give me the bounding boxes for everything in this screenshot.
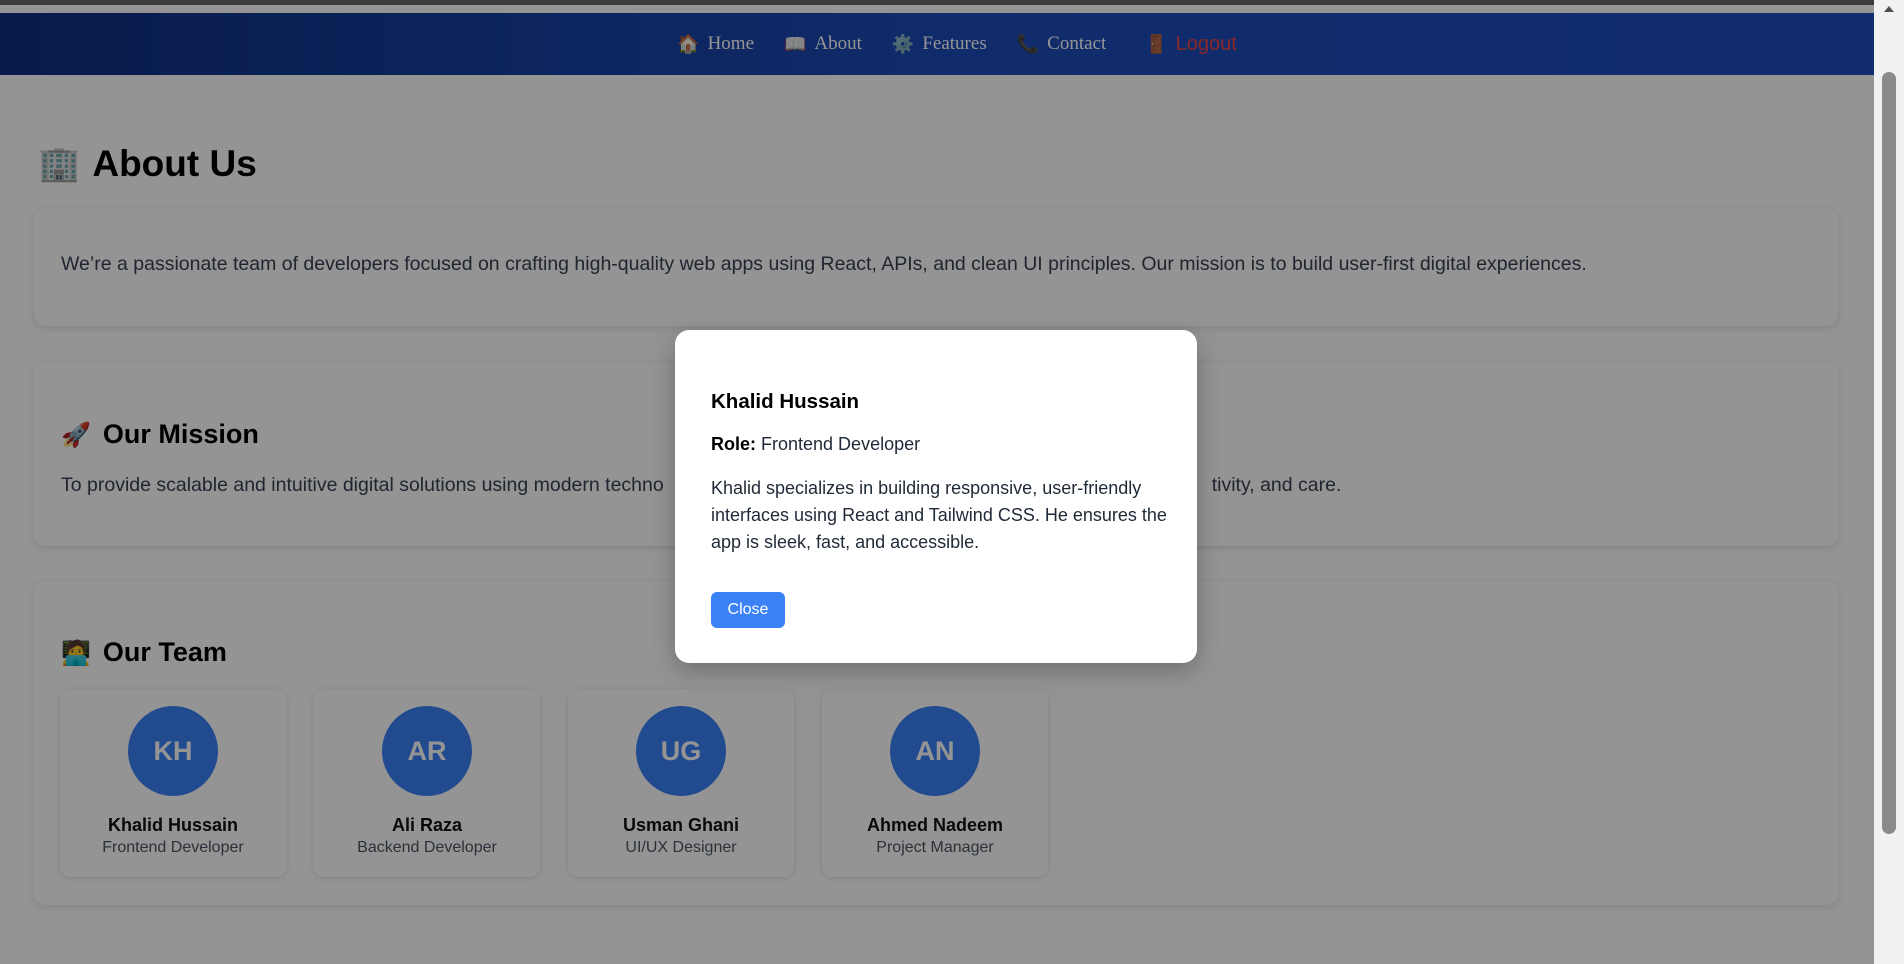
- modal-role-label: Role:: [711, 434, 756, 454]
- page-scrollbar[interactable]: [1874, 0, 1904, 964]
- scrollbar-thumb[interactable]: [1882, 72, 1896, 834]
- member-detail-modal: Khalid Hussain Role: Frontend Developer …: [675, 330, 1197, 663]
- scroll-up-arrow-icon[interactable]: [1884, 6, 1894, 12]
- modal-description: Khalid specializes in building responsiv…: [711, 478, 1167, 552]
- modal-role: Role: Frontend Developer: [711, 434, 920, 455]
- modal-member-name: Khalid Hussain: [711, 390, 860, 413]
- modal-role-value: Frontend Developer: [761, 434, 921, 454]
- close-button[interactable]: Close: [711, 592, 785, 628]
